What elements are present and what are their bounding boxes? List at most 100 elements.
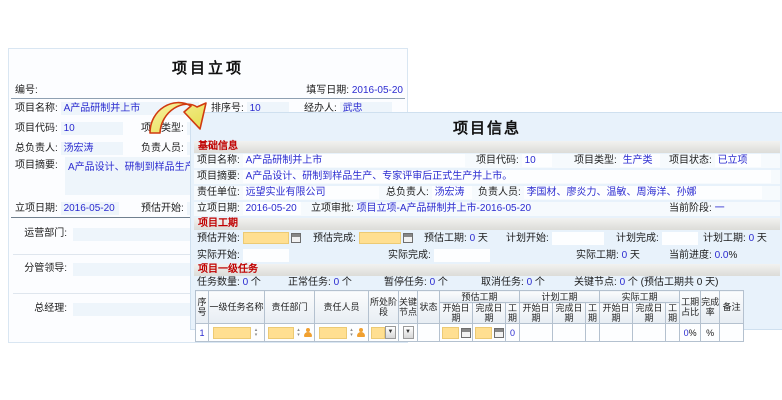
info-approve-date-label: 立项日期:: [197, 203, 240, 214]
info-stage-value: 一: [715, 203, 725, 214]
cell-note: [720, 324, 744, 342]
info-name-field: A产品研制并上市: [243, 154, 465, 167]
dropdown-icon[interactable]: [403, 326, 414, 339]
table-row: 1 ▴▾ ▴▾ ▴▾ 0 0% %: [196, 324, 744, 342]
stat-normal-unit: 个: [342, 277, 352, 288]
stat-count-label: 任务数量:: [197, 277, 240, 288]
dur-act-days-label: 实际工期:: [576, 250, 619, 261]
stat-cancelled-unit: 个: [535, 277, 545, 288]
ops-dept-label: 运营部门:: [24, 228, 67, 239]
cell-seq: 1: [196, 324, 209, 342]
stage-select[interactable]: [371, 327, 385, 339]
cell-est-end: [473, 324, 506, 342]
col-person: 责任人员: [315, 291, 369, 324]
col-rate: 完成率: [701, 291, 720, 324]
stat-cancelled-num: 0: [527, 277, 533, 288]
members-label: 负责人员:: [141, 143, 184, 154]
spinner-icon[interactable]: ▴▾: [348, 328, 356, 338]
fill-date-value: 2016-05-20: [352, 85, 403, 96]
flow-arrow-icon: [147, 94, 209, 136]
stat-cancelled-label: 取消任务:: [481, 277, 524, 288]
dur-act-end-field: [434, 249, 490, 262]
cell-est-start: [440, 324, 473, 342]
chief-label: 总负责人:: [15, 143, 58, 154]
person-picker-icon[interactable]: [357, 328, 365, 338]
stat-keynodes-num: 0: [620, 277, 626, 288]
stat-paused-num: 0: [430, 277, 436, 288]
col-stage: 所处阶段: [369, 291, 399, 324]
task-name-input[interactable]: [213, 327, 251, 339]
col-est-days: 工期: [506, 303, 520, 324]
dur-est-days-unit: 天: [478, 233, 488, 244]
cell-status: [418, 324, 440, 342]
info-status-label: 项目状态:: [669, 155, 712, 166]
info-members-label: 负责人员:: [478, 187, 521, 198]
dur-progress-value: 0.0: [715, 250, 729, 261]
cell-act-start: [600, 324, 633, 342]
info-chief-label: 总负责人:: [386, 187, 429, 198]
col-act-end: 完成日期: [633, 303, 666, 324]
cell-act-end: [633, 324, 666, 342]
dur-est-end-label: 预估完成:: [313, 233, 356, 244]
info-approval-label: 立项审批:: [311, 203, 354, 214]
serial-label: 编号:: [15, 85, 38, 96]
est-end-date-input[interactable]: [475, 327, 492, 339]
info-status-field: 已立项: [715, 154, 761, 167]
info-stage-label: 当前阶段:: [669, 203, 712, 214]
col-est-start: 开始日期: [440, 303, 473, 324]
section-duration: 项目工期: [194, 218, 780, 230]
col-plan-start: 开始日期: [520, 303, 553, 324]
dur-est-days-value: 0: [470, 233, 476, 244]
info-type-field: 生产类: [620, 154, 660, 167]
dur-plan-end-label: 计划完成:: [616, 233, 659, 244]
cell-rate: %: [701, 324, 720, 342]
info-approval-link[interactable]: 项目立项-A产品研制并上市-2016-05-20: [357, 203, 531, 214]
stat-count-num: 0: [243, 277, 249, 288]
dur-act-end-label: 实际完成:: [388, 250, 431, 261]
cell-ratio: 0%: [680, 324, 701, 342]
dept-input[interactable]: [268, 327, 294, 339]
cell-act-days: [666, 324, 680, 342]
est-start-date-input[interactable]: [442, 327, 459, 339]
calendar-icon[interactable]: [461, 328, 471, 338]
cell-plan-days: [586, 324, 600, 342]
dropdown-icon[interactable]: [385, 326, 396, 339]
project-code-label: 项目代码:: [15, 123, 58, 134]
info-summary-label: 项目摘要:: [197, 171, 240, 182]
col-note: 备注: [720, 291, 744, 324]
approve-date-label: 立项日期:: [15, 203, 58, 214]
vp-leader-label: 分管领导:: [24, 263, 67, 274]
project-name-label: 项目名称:: [15, 103, 58, 114]
section-tasks: 项目一级任务: [194, 264, 780, 276]
dur-progress-label: 当前进度:: [669, 250, 712, 261]
col-act-start: 开始日期: [600, 303, 633, 324]
cell-person: ▴▾: [315, 324, 369, 342]
chief-field: 汤宏涛: [61, 142, 123, 155]
cell-task-name: ▴▾: [209, 324, 265, 342]
dur-est-start-input[interactable]: [243, 232, 289, 244]
calendar-icon[interactable]: [403, 233, 413, 243]
person-input[interactable]: [319, 327, 347, 339]
dur-act-days-unit: 天: [630, 250, 640, 261]
calendar-icon[interactable]: [494, 328, 504, 338]
spinner-icon[interactable]: ▴▾: [295, 328, 303, 338]
gm-label: 总经理:: [34, 303, 67, 314]
info-type-label: 项目类型:: [574, 155, 617, 166]
dept-picker-icon[interactable]: [304, 328, 312, 338]
info-unit-label: 责任单位:: [197, 187, 240, 198]
info-unit-field: 远望实业有限公司: [243, 186, 379, 199]
dur-est-end-input[interactable]: [359, 232, 401, 244]
stat-keynodes-label: 关键节点:: [574, 277, 617, 288]
project-code-field: 10: [61, 122, 123, 135]
spinner-icon[interactable]: ▴▾: [252, 328, 260, 338]
cell-est-days: 0: [506, 324, 520, 342]
section-basic-info: 基础信息: [194, 141, 780, 153]
cell-node: [399, 324, 418, 342]
calendar-icon[interactable]: [291, 233, 301, 243]
task-table: 序号 一级任务名称 责任部门 责任人员 所处阶段 关键节点 状态 预估工期 计划…: [195, 290, 744, 342]
col-act-days: 工期: [666, 303, 680, 324]
est-start-label: 预估开始:: [141, 203, 184, 214]
col-group-plan: 计划工期: [520, 291, 600, 303]
col-node: 关键节点: [399, 291, 418, 324]
col-seq: 序号: [196, 291, 209, 324]
